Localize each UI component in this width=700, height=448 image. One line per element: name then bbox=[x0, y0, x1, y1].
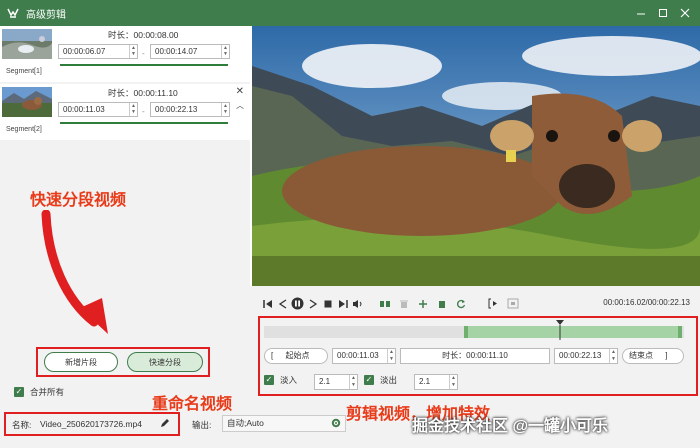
bracket-right-icon: ] bbox=[665, 351, 668, 360]
fade-out-control[interactable]: ✓ 淡出 bbox=[364, 374, 397, 386]
merge-all-label: 合并所有 bbox=[30, 387, 65, 397]
fade-out-value: 2.1 bbox=[419, 377, 431, 386]
gear-icon[interactable] bbox=[331, 418, 341, 433]
delete-icon[interactable] bbox=[396, 296, 411, 311]
segment-item[interactable]: Segment[1] 时长：00:00:08.00 00:00:06.07 ▲ ▼… bbox=[0, 26, 250, 82]
quick-split-button[interactable]: 快速分段 bbox=[127, 352, 203, 372]
timeline-selection[interactable] bbox=[464, 326, 682, 338]
spin-arrows-icon[interactable]: ▲ ▼ bbox=[129, 45, 137, 58]
playback-time: 00:00:16.02/00:00:22.13 bbox=[603, 298, 690, 307]
segment-start-time[interactable]: 00:00:06.07 ▲ ▼ bbox=[58, 44, 138, 59]
add-segment-button[interactable]: 新增片段 bbox=[44, 352, 118, 372]
bracket-left-icon: [ bbox=[271, 351, 274, 360]
segment-end-value: 00:00:22.13 bbox=[155, 105, 198, 114]
add-icon[interactable] bbox=[415, 296, 430, 311]
fade-in-control[interactable]: ✓ 淡入 bbox=[264, 374, 297, 386]
trim-end-value: 00:00:22.13 bbox=[559, 351, 602, 360]
collapse-icon[interactable]: ︿ bbox=[236, 100, 244, 111]
trim-end-input[interactable]: 00:00:22.13 ▲ ▼ bbox=[554, 348, 618, 364]
segment-progress-bar bbox=[60, 122, 228, 124]
spin-arrows-icon[interactable]: ▲ ▼ bbox=[387, 349, 395, 363]
segment-start-value: 00:00:06.07 bbox=[63, 47, 106, 56]
checkbox-check-icon[interactable]: ✓ bbox=[264, 375, 274, 385]
range-dash: - bbox=[142, 49, 145, 58]
segment-item[interactable]: Segment[2] 时长：00:00:11.10 00:00:11.03 ▲ ▼… bbox=[0, 84, 250, 140]
spin-arrows-icon[interactable]: ▲ ▼ bbox=[349, 375, 357, 389]
name-label: 名称: bbox=[12, 420, 32, 430]
step-back-icon[interactable] bbox=[275, 296, 290, 311]
trim-duration-label: 时长：00:00:11.10 bbox=[442, 351, 508, 360]
fade-in-input[interactable]: 2.1 ▲ ▼ bbox=[314, 374, 358, 390]
set-end-button[interactable]: 结束点 ] bbox=[622, 348, 684, 364]
fade-in-value: 2.1 bbox=[319, 377, 331, 386]
segment-label: Segment[2] bbox=[6, 126, 42, 133]
segment-start-time[interactable]: 00:00:11.03 ▲ ▼ bbox=[58, 102, 138, 117]
fade-out-label: 淡出 bbox=[380, 375, 398, 385]
name-input[interactable]: Video_250620173726.mp4 bbox=[40, 419, 142, 429]
output-value: 自动;Auto bbox=[227, 418, 264, 428]
segment-panel: Segment[1] 时长：00:00:08.00 00:00:06.07 ▲ ▼… bbox=[0, 26, 250, 448]
skip-to-start-icon[interactable] bbox=[260, 296, 275, 311]
annotation-split: 快速分段视频 bbox=[30, 192, 127, 209]
segment-duration: 时长：00:00:11.10 bbox=[108, 88, 178, 98]
segment-thumbnail bbox=[2, 29, 52, 59]
fade-out-input[interactable]: 2.1 ▲ ▼ bbox=[414, 374, 458, 390]
pause-icon[interactable] bbox=[290, 296, 305, 311]
snapshot-icon[interactable] bbox=[505, 296, 520, 311]
trim-row: [ 起始点 00:00:11.03 ▲ ▼ 时长：00:00:11.10 00:0… bbox=[264, 348, 684, 364]
title-bar: 高级剪辑 bbox=[0, 0, 700, 26]
trim-duration: 时长：00:00:11.10 bbox=[400, 348, 550, 364]
fade-in-label: 淡入 bbox=[280, 375, 298, 385]
video-preview[interactable] bbox=[252, 26, 700, 286]
window-title: 高级剪辑 bbox=[26, 9, 66, 21]
split-icon[interactable] bbox=[377, 296, 392, 311]
spin-arrows-icon[interactable]: ▲ ▼ bbox=[221, 45, 229, 58]
mark-in-icon[interactable] bbox=[486, 296, 501, 311]
annotation-arrow-icon bbox=[41, 210, 108, 334]
segment-duration: 时长：00:00:08.00 bbox=[108, 30, 179, 40]
timeline-track[interactable] bbox=[264, 320, 684, 340]
set-start-button[interactable]: [ 起始点 bbox=[264, 348, 328, 364]
step-forward-icon[interactable] bbox=[305, 296, 320, 311]
checkbox-check-icon[interactable]: ✓ bbox=[14, 387, 24, 397]
spin-arrows-icon[interactable]: ▲ ▼ bbox=[449, 375, 457, 389]
trim-start-input[interactable]: 00:00:11.03 ▲ ▼ bbox=[332, 348, 396, 364]
segment-end-time[interactable]: 00:00:22.13 ▲ ▼ bbox=[150, 102, 230, 117]
remove-segment-icon[interactable]: ✕ bbox=[236, 86, 244, 97]
skip-to-end-icon[interactable] bbox=[335, 296, 350, 311]
maximize-icon[interactable] bbox=[652, 0, 674, 26]
minimize-icon[interactable] bbox=[630, 0, 652, 26]
close-icon[interactable] bbox=[674, 0, 696, 26]
range-dash: - bbox=[142, 107, 145, 116]
set-end-label: 结束点 bbox=[629, 351, 653, 360]
volume-icon[interactable] bbox=[350, 296, 365, 311]
stop-icon[interactable] bbox=[320, 296, 335, 311]
merge-all-checkbox[interactable]: ✓ 合并所有 bbox=[14, 386, 64, 398]
copy-icon[interactable] bbox=[434, 296, 449, 311]
segment-progress-bar bbox=[60, 64, 228, 66]
spin-arrows-icon[interactable]: ▲ ▼ bbox=[609, 349, 617, 363]
set-start-label: 起始点 bbox=[285, 351, 310, 360]
spin-arrows-icon[interactable]: ▲ ▼ bbox=[221, 103, 229, 116]
segment-end-time[interactable]: 00:00:14.07 ▲ ▼ bbox=[150, 44, 230, 59]
segment-label: Segment[1] bbox=[6, 68, 42, 75]
spin-arrows-icon[interactable]: ▲ ▼ bbox=[129, 103, 137, 116]
checkbox-check-icon[interactable]: ✓ bbox=[364, 375, 374, 385]
trim-start-value: 00:00:11.03 bbox=[337, 351, 379, 360]
output-label: 输出: bbox=[192, 420, 212, 430]
segment-end-value: 00:00:14.07 bbox=[155, 47, 198, 56]
annotation-rename: 重命名视频 bbox=[152, 396, 233, 413]
output-select[interactable]: 自动;Auto bbox=[222, 415, 346, 432]
app-logo-icon bbox=[6, 6, 20, 20]
segment-start-value: 00:00:11.03 bbox=[63, 105, 105, 114]
reset-icon[interactable] bbox=[453, 296, 468, 311]
segment-thumbnail bbox=[2, 87, 52, 117]
edit-pencil-icon[interactable] bbox=[160, 418, 170, 430]
playhead-icon[interactable] bbox=[556, 320, 564, 340]
playback-toolbar bbox=[260, 296, 520, 311]
watermark-text: 掘金技术社区 @一罐小可乐 bbox=[412, 418, 609, 435]
